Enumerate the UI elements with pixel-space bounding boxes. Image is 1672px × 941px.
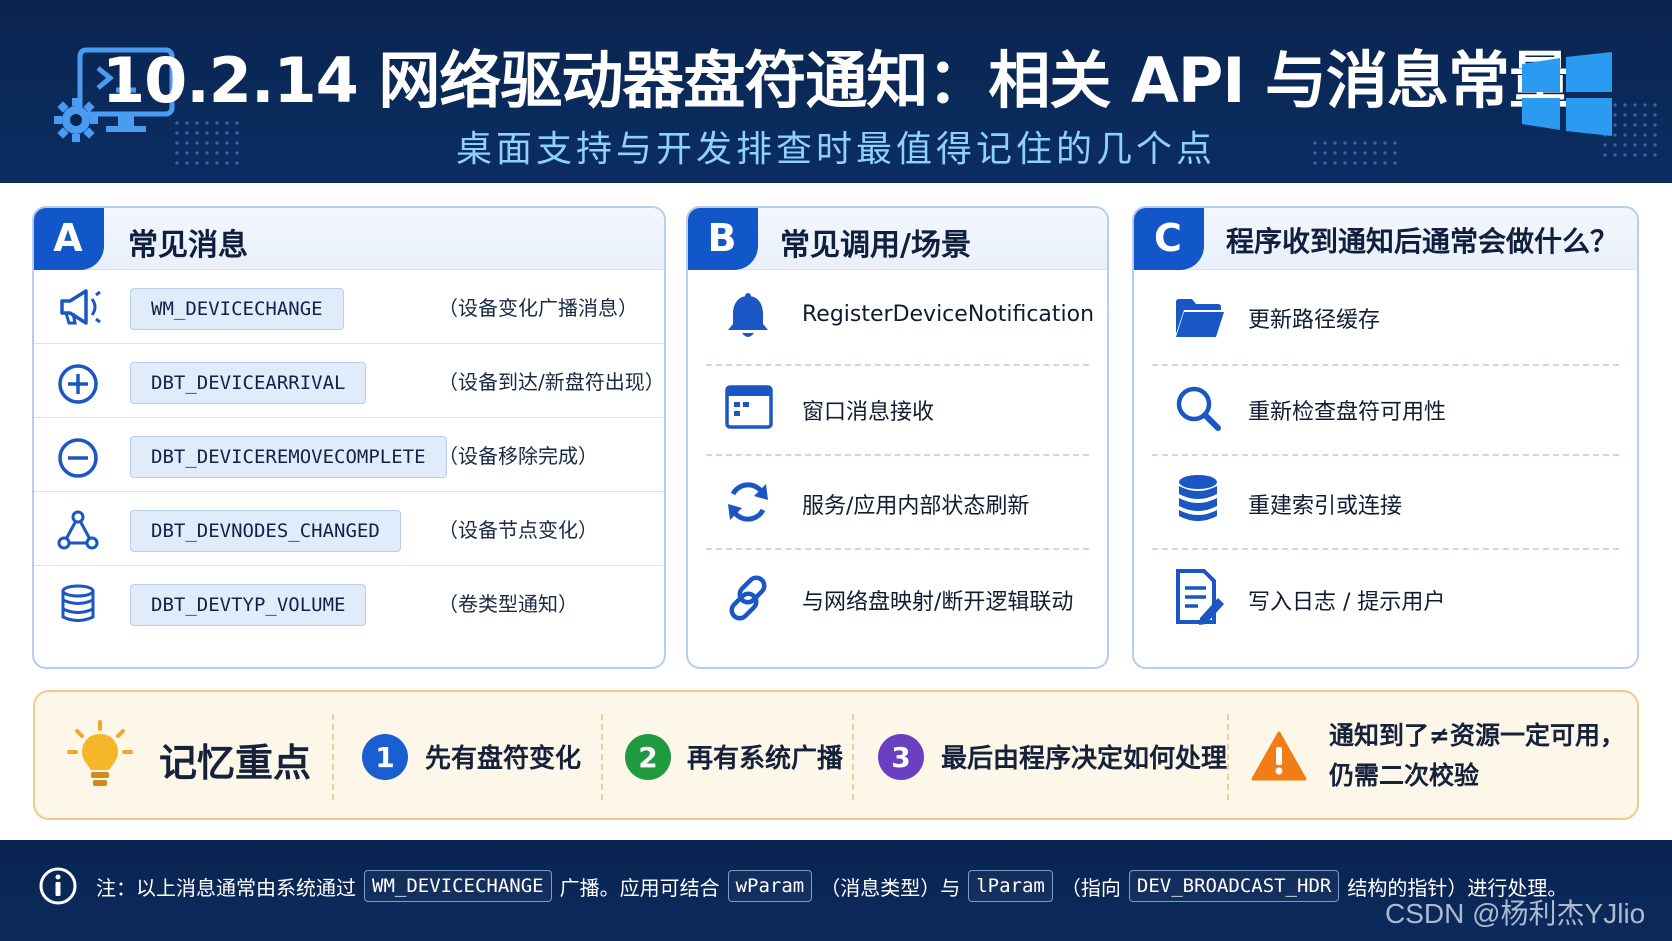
link-icon xyxy=(729,575,767,621)
step-text: 先有盘符变化 xyxy=(425,744,582,774)
refresh-icon xyxy=(728,482,768,522)
divider xyxy=(1227,714,1229,800)
footer-code-chip: DEV_BROADCAST_HDR xyxy=(1128,870,1340,902)
panel-letter-badge: C xyxy=(1134,208,1204,270)
footer-text: 广播。应用可结合 xyxy=(559,875,720,900)
document-edit-icon xyxy=(1176,569,1224,625)
divider xyxy=(1152,364,1619,366)
warning-triangle-icon xyxy=(1251,731,1307,781)
divider xyxy=(706,454,1089,456)
database-icon xyxy=(1179,475,1217,521)
call-label: 窗口消息接收 xyxy=(802,400,935,425)
panel-after-notification: C 程序收到通知后通常会做什么？ 更新路径缓存 重新检查盘符可用性 重建索引或连… xyxy=(1132,206,1639,669)
window-icon xyxy=(725,385,773,429)
message-code-chip: WM_DEVICECHANGE xyxy=(130,288,344,330)
warning-text-line2: 仍需二次校验 xyxy=(1329,761,1480,790)
message-code-chip: DBT_DEVTYP_VOLUME xyxy=(130,584,367,626)
panel-common-messages: A 常见消息 WM_DEVICECHANGE （设备变化广播消息） DBT_DE… xyxy=(32,206,666,669)
watermark: CSDN @杨利杰YJlio xyxy=(1385,898,1646,929)
windows-logo-icon xyxy=(1522,52,1612,136)
footer-note-bar: 注：以上消息通常由系统通过 WM_DEVICECHANGE 广播。应用可结合 w… xyxy=(0,840,1672,941)
panel-title: 程序收到通知后通常会做什么？ xyxy=(1226,225,1619,258)
message-description: （卷类型通知） xyxy=(438,592,578,616)
message-code-chip: DBT_DEVICEARRIVAL xyxy=(130,362,367,404)
message-code-chip: DBT_DEVICEREMOVECOMPLETE xyxy=(130,436,447,478)
message-row: DBT_DEVNODES_CHANGED （设备节点变化） xyxy=(34,492,664,566)
warning-text-line1: 通知到了≠资源一定可用， xyxy=(1329,721,1625,750)
minus-circle-icon xyxy=(58,438,98,478)
step-number-badge: 1 xyxy=(362,734,408,780)
nodes-icon xyxy=(57,510,99,550)
magnifier-icon xyxy=(1176,386,1221,431)
divider xyxy=(706,364,1089,366)
footer-note: 注：以上消息通常由系统通过 WM_DEVICECHANGE 广播。应用可结合 w… xyxy=(96,870,1567,902)
page-title: 10.2.14 网络驱动器盘符通知：相关 API 与消息常量 xyxy=(101,44,1571,117)
message-description: （设备节点变化） xyxy=(438,518,598,542)
bell-icon xyxy=(728,293,768,337)
header-banner: 10.2.14 网络驱动器盘符通知：相关 API 与消息常量 桌面支持与开发排查… xyxy=(0,0,1672,183)
message-row: DBT_DEVTYP_VOLUME （卷类型通知） xyxy=(34,566,664,640)
divider xyxy=(706,548,1089,550)
divider xyxy=(601,714,603,800)
message-row: DBT_DEVICEARRIVAL （设备到达/新盘符出现） xyxy=(34,344,664,418)
step-number-badge: 2 xyxy=(625,734,671,780)
plus-circle-icon xyxy=(58,364,98,404)
action-label: 写入日志 / 提示用户 xyxy=(1248,590,1446,615)
memory-key-points-bar: 记忆重点 1 先有盘符变化 2 再有系统广播 3 最后由程序决定如何处理 通知到… xyxy=(33,690,1639,820)
divider xyxy=(332,714,334,800)
action-label: 重新检查盘符可用性 xyxy=(1248,400,1447,425)
panel-header: C 程序收到通知后通常会做什么？ xyxy=(1134,208,1637,270)
panel-header: B 常见调用/场景 xyxy=(688,208,1107,270)
info-icon xyxy=(39,867,77,905)
footer-code-chip: WM_DEVICECHANGE xyxy=(364,870,552,902)
footer-text: 注：以上消息通常由系统通过 xyxy=(96,875,356,900)
panel-letter-badge: A xyxy=(34,208,104,270)
action-label: 重建索引或连接 xyxy=(1248,494,1403,519)
step-text: 最后由程序决定如何处理 xyxy=(941,744,1228,774)
footer-code-chip: lParam xyxy=(968,870,1053,902)
folder-icon xyxy=(1176,299,1224,337)
panel-letter-badge: B xyxy=(688,208,758,270)
panel-title: 常见消息 xyxy=(128,228,248,263)
footer-text: （指向 xyxy=(1060,875,1121,900)
database-icon xyxy=(61,584,95,622)
panel-title: 常见调用/场景 xyxy=(780,228,971,263)
footer-text: （消息类型）与 xyxy=(820,875,961,900)
page-subtitle: 桌面支持与开发排查时最值得记住的几个点 xyxy=(455,129,1216,170)
lightbulb-icon xyxy=(67,720,133,786)
step-number-badge: 3 xyxy=(878,734,924,780)
call-label: RegisterDeviceNotification xyxy=(802,302,1095,327)
footer-code-chip: wParam xyxy=(727,870,813,902)
action-label: 更新路径缓存 xyxy=(1248,308,1381,333)
panel-common-calls: B 常见调用/场景 RegisterDeviceNotification 窗口消… xyxy=(686,206,1109,669)
panel-header: A 常见消息 xyxy=(34,208,664,270)
call-label: 服务/应用内部状态刷新 xyxy=(802,494,1030,519)
message-description: （设备变化广播消息） xyxy=(438,296,638,320)
divider xyxy=(1152,548,1619,550)
divider xyxy=(1152,454,1619,456)
message-row: DBT_DEVICEREMOVECOMPLETE （设备移除完成） xyxy=(34,418,664,492)
message-description: （设备到达/新盘符出现） xyxy=(438,370,665,394)
message-description: （设备移除完成） xyxy=(438,444,598,468)
divider xyxy=(852,714,854,800)
call-label: 与网络盘映射/断开逻辑联动 xyxy=(802,590,1074,615)
message-code-chip: DBT_DEVNODES_CHANGED xyxy=(130,510,401,552)
memory-title: 记忆重点 xyxy=(159,741,312,785)
step-text: 再有系统广播 xyxy=(687,744,844,774)
megaphone-icon xyxy=(60,289,101,325)
message-row: WM_DEVICECHANGE （设备变化广播消息） xyxy=(34,270,664,344)
